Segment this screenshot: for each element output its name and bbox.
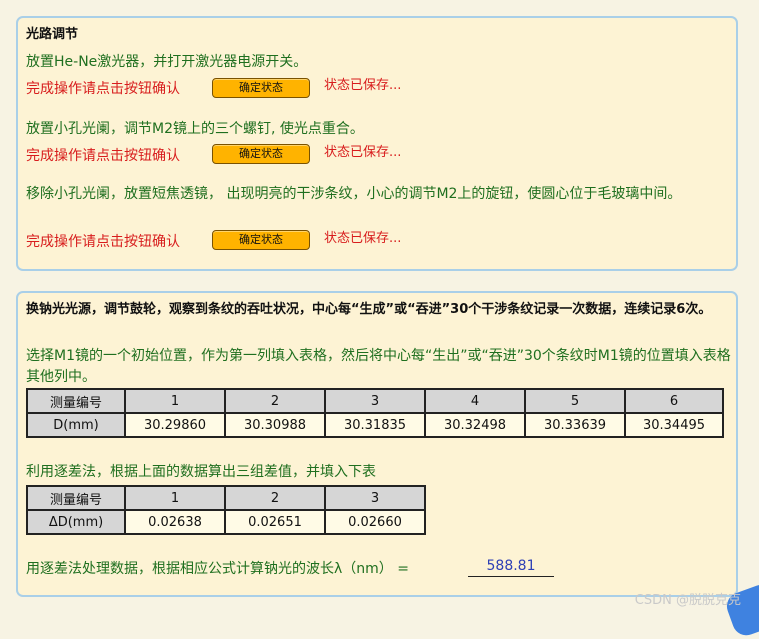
table-header-row: 测量编号 1 2 3 4 5 6 [28,390,722,412]
step1-confirm-button[interactable]: 确定状态 [212,78,310,98]
header-label-cell: 测量编号 [28,487,124,509]
wavelength-label: 用逐差法处理数据，根据相应公式计算钠光的波长λ（nm） = [26,561,409,577]
step1-confirm-text: 完成操作请点击按钮确认 [26,81,180,97]
table-header-row: 测量编号 1 2 3 [28,487,424,509]
table-row: ΔD(mm) 0.02638 0.02651 0.02660 [28,511,424,533]
position-input[interactable]: 30.29860 [126,414,224,436]
column-header: 1 [126,390,224,412]
step3-confirm-text: 完成操作请点击按钮确认 [26,234,180,250]
step1-saved-status: 状态已保存... [324,78,402,93]
column-header: 3 [326,487,424,509]
position-input[interactable]: 30.33639 [526,414,624,436]
row-label-cell: ΔD(mm) [28,511,124,533]
table-row: D(mm) 30.29860 30.30988 30.31835 30.3249… [28,414,722,436]
step3-saved-status: 状态已保存... [324,231,402,246]
section1-title: 光路调节 [26,27,79,42]
position-table: 测量编号 1 2 3 4 5 6 D(mm) 30.29860 30.30988… [26,388,724,438]
column-header: 1 [126,487,224,509]
section2-title: 换钠光光源，调节鼓轮，观察到条纹的吞吐状况，中心每“生成”或“吞进”30个干涉条… [26,302,712,317]
difference-input[interactable]: 0.02638 [126,511,224,533]
step2-confirm-text: 完成操作请点击按钮确认 [26,148,180,164]
column-header: 2 [226,487,324,509]
header-label-cell: 测量编号 [28,390,124,412]
difference-instruction: 利用逐差法，根据上面的数据算出三组差值，并填入下表 [26,464,376,480]
column-header: 4 [426,390,524,412]
row-label-cell: D(mm) [28,414,124,436]
column-header: 2 [226,390,324,412]
watermark-text: CSDN @脱脱克克 [634,593,741,608]
position-input[interactable]: 30.31835 [326,414,424,436]
wavelength-input[interactable]: 588.81 [468,556,554,577]
instruction-text: 选择M1镜的一个初始位置，作为第一列填入表格，然后将中心每“生出”或“吞进”30… [26,348,731,385]
step2-saved-status: 状态已保存... [324,145,402,160]
optical-path-panel: 光路调节 放置He-Ne激光器，并打开激光器电源开关。 完成操作请点击按钮确认 … [16,16,738,271]
position-input[interactable]: 30.32498 [426,414,524,436]
column-header: 5 [526,390,624,412]
step2-text: 放置小孔光阑，调节M2镜上的三个螺钉, 使光点重合。 [26,121,364,137]
position-input[interactable]: 30.34495 [626,414,722,436]
data-recording-panel: 换钠光光源，调节鼓轮，观察到条纹的吞吐状况，中心每“生成”或“吞进”30个干涉条… [16,291,738,597]
difference-table: 测量编号 1 2 3 ΔD(mm) 0.02638 0.02651 0.0266… [26,485,426,535]
step3-text: 移除小孔光阑，放置短焦透镜， 出现明亮的干涉条纹，小心的调节M2上的旋钮，使圆心… [26,186,682,202]
step2-confirm-button[interactable]: 确定状态 [212,144,310,164]
step3-confirm-button[interactable]: 确定状态 [212,230,310,250]
column-header: 3 [326,390,424,412]
column-header: 6 [626,390,722,412]
position-input[interactable]: 30.30988 [226,414,324,436]
difference-input[interactable]: 0.02651 [226,511,324,533]
difference-input[interactable]: 0.02660 [326,511,424,533]
step1-text: 放置He-Ne激光器，并打开激光器电源开关。 [26,54,308,70]
